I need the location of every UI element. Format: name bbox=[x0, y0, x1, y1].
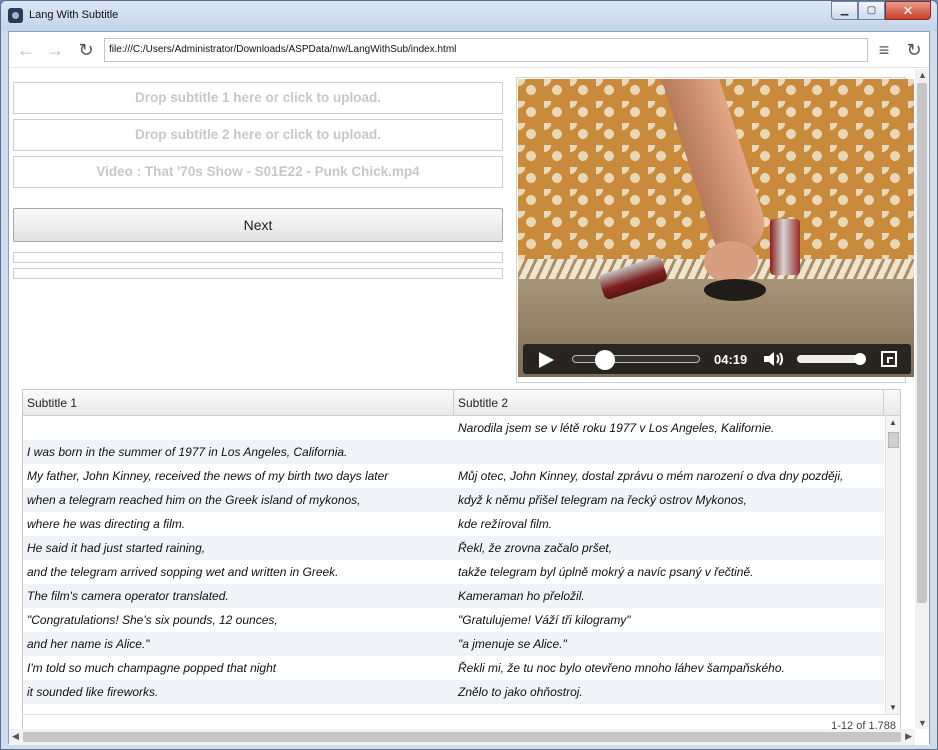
video-frame-hand bbox=[704, 241, 758, 283]
grid-scrollbar[interactable]: ▲ ▼ bbox=[885, 416, 900, 714]
close-icon: ✕ bbox=[902, 2, 914, 18]
table-row[interactable]: I'm told so much champagne popped that n… bbox=[23, 656, 884, 680]
minimize-icon: ▁ bbox=[840, 5, 849, 16]
table-row[interactable]: when a telegram reached him on the Greek… bbox=[23, 488, 884, 512]
volume-icon[interactable] bbox=[763, 351, 785, 367]
reload-icon: ↻ bbox=[78, 40, 94, 60]
video-frame-can bbox=[770, 219, 800, 275]
page-vertical-scrollbar[interactable]: ▲ ▼ bbox=[915, 69, 929, 729]
cell-subtitle2: kde režíroval film. bbox=[458, 517, 553, 531]
page-scroll-right-icon[interactable]: ▶ bbox=[905, 731, 912, 742]
header-subtitle2[interactable]: Subtitle 2 bbox=[454, 390, 884, 416]
window-controls: ▁ ▢ ✕ bbox=[831, 1, 931, 20]
menu-button[interactable]: ≡ bbox=[873, 39, 895, 61]
table-row[interactable]: and the telegram arrived sopping wet and… bbox=[23, 560, 884, 584]
fullscreen-icon[interactable] bbox=[881, 351, 897, 367]
browser-toolbar: ← → ↻ file:///C:/Users/Administrator/Dow… bbox=[9, 32, 929, 68]
video-controls: 04:19 bbox=[523, 344, 911, 374]
close-button[interactable]: ✕ bbox=[885, 1, 931, 20]
cell-subtitle1: where he was directing a film. bbox=[27, 517, 186, 531]
video-container: 04:19 bbox=[516, 77, 914, 383]
cell-subtitle1: and the telegram arrived sopping wet and… bbox=[27, 565, 339, 579]
cell-subtitle2: Narodila jsem se v létě roku 1977 v Los … bbox=[458, 421, 775, 435]
menu-icon: ≡ bbox=[878, 40, 890, 60]
table-row[interactable]: The film's camera operator translated. Ka… bbox=[23, 584, 884, 608]
cell-subtitle2 bbox=[454, 440, 884, 464]
volume-handle[interactable] bbox=[853, 353, 866, 365]
table-row[interactable]: I was born in the summer of 1977 in Los … bbox=[23, 440, 884, 464]
seek-bar[interactable] bbox=[572, 350, 700, 370]
minimize-button[interactable]: ▁ bbox=[831, 1, 858, 20]
cell-subtitle1: The film's camera operator translated. bbox=[27, 589, 229, 603]
page-horizontal-thumb[interactable] bbox=[23, 732, 901, 742]
cell-subtitle2: "Gratulujeme! Váží tři kilogramy" bbox=[458, 613, 631, 627]
table-row[interactable]: Narodila jsem se v létě roku 1977 v Los … bbox=[23, 416, 884, 440]
table-row[interactable]: it sounded like fireworks. Znělo to jako … bbox=[23, 680, 884, 704]
grid-header: Subtitle 1 Subtitle 2 bbox=[23, 390, 900, 416]
table-row[interactable]: My father, John Kinney, received the new… bbox=[23, 464, 884, 488]
progress-bar-2 bbox=[13, 268, 503, 279]
grid-scroll-thumb[interactable] bbox=[888, 432, 899, 448]
page-content: Drop subtitle 1 here or click to upload.… bbox=[9, 69, 929, 745]
video-frame-ashtray bbox=[704, 279, 766, 301]
back-arrow-icon: ← bbox=[17, 40, 35, 60]
browser-view: ← → ↻ file:///C:/Users/Administrator/Dow… bbox=[8, 31, 930, 745]
video-player[interactable]: 04:19 bbox=[518, 79, 914, 377]
seek-handle[interactable] bbox=[594, 350, 615, 370]
reload-button[interactable]: ↻ bbox=[75, 39, 97, 61]
video-dropzone[interactable]: Video : That '70s Show - S01E22 - Punk C… bbox=[13, 156, 503, 188]
table-row[interactable]: and her name is Alice." "a jmenuje se Ali… bbox=[23, 632, 884, 656]
cell-subtitle1: and her name is Alice." bbox=[27, 637, 150, 651]
cell-subtitle1: I was born in the summer of 1977 in Los … bbox=[27, 445, 348, 459]
refresh-icon: ↻ bbox=[906, 40, 922, 60]
back-button[interactable]: ← bbox=[15, 39, 37, 61]
subtitle2-dropzone[interactable]: Drop subtitle 2 here or click to upload. bbox=[13, 119, 503, 151]
cell-subtitle2: když k němu přišel telegram na řecký ost… bbox=[458, 493, 747, 507]
title-bar[interactable]: Lang With Subtitle ▁ ▢ ✕ bbox=[1, 1, 937, 31]
video-time: 04:19 bbox=[714, 352, 748, 367]
address-bar[interactable]: file:///C:/Users/Administrator/Downloads… bbox=[104, 38, 868, 62]
page-scroll-left-icon[interactable]: ◀ bbox=[12, 731, 19, 742]
table-row[interactable]: where he was directing a film. kde režíro… bbox=[23, 512, 884, 536]
forward-arrow-icon: → bbox=[46, 40, 64, 60]
page-horizontal-scrollbar[interactable]: ◀ ▶ bbox=[9, 729, 915, 745]
play-icon[interactable] bbox=[539, 352, 554, 368]
cell-subtitle1: it sounded like fireworks. bbox=[27, 685, 159, 699]
cell-subtitle1: I'm told so much champagne popped that n… bbox=[27, 661, 277, 675]
table-row[interactable]: He said it had just started raining, Řekl… bbox=[23, 536, 884, 560]
grid-rows: Narodila jsem se v létě roku 1977 v Los … bbox=[23, 416, 884, 714]
forward-button[interactable]: → bbox=[44, 39, 66, 61]
cell-subtitle2: Můj otec, John Kinney, dostal zprávu o m… bbox=[458, 469, 844, 483]
progress-bar-1 bbox=[13, 252, 503, 263]
refresh-button[interactable]: ↻ bbox=[903, 39, 925, 61]
cell-subtitle1 bbox=[23, 416, 454, 440]
page-scroll-down-icon[interactable]: ▼ bbox=[918, 718, 927, 728]
cell-subtitle2: Znělo to jako ohňostroj. bbox=[458, 685, 583, 699]
cell-subtitle1: when a telegram reached him on the Greek… bbox=[27, 493, 361, 507]
cell-subtitle2: takže telegram byl úplně mokrý a navíc p… bbox=[458, 565, 754, 579]
maximize-icon: ▢ bbox=[866, 5, 877, 16]
cell-subtitle2: "a jmenuje se Alice." bbox=[458, 637, 567, 651]
subtitle1-dropzone[interactable]: Drop subtitle 1 here or click to upload. bbox=[13, 82, 503, 114]
scroll-up-icon[interactable]: ▲ bbox=[889, 418, 897, 427]
subtitle-grid: Subtitle 1 Subtitle 2 Narodila jsem se v… bbox=[22, 389, 901, 739]
maximize-button[interactable]: ▢ bbox=[858, 1, 885, 20]
cell-subtitle2: Řekl, že zrovna začalo pršet, bbox=[458, 541, 613, 555]
cell-subtitle1: He said it had just started raining, bbox=[27, 541, 206, 555]
scroll-down-icon[interactable]: ▼ bbox=[889, 703, 897, 712]
app-window: Lang With Subtitle ▁ ▢ ✕ ← → ↻ file:///C… bbox=[0, 0, 938, 750]
cell-subtitle1: My father, John Kinney, received the new… bbox=[27, 469, 389, 483]
cell-subtitle2: Kameraman ho přeložil. bbox=[458, 589, 585, 603]
page-vertical-thumb[interactable] bbox=[917, 83, 927, 603]
page-scroll-up-icon[interactable]: ▲ bbox=[918, 70, 927, 80]
header-subtitle1[interactable]: Subtitle 1 bbox=[23, 390, 454, 416]
table-row[interactable]: "Congratulations! She's six pounds, 12 o… bbox=[23, 608, 884, 632]
app-icon bbox=[8, 8, 23, 23]
volume-slider[interactable] bbox=[797, 353, 866, 365]
window-title: Lang With Subtitle bbox=[29, 9, 119, 21]
next-button[interactable]: Next bbox=[13, 208, 503, 242]
cell-subtitle1: "Congratulations! She's six pounds, 12 o… bbox=[27, 613, 278, 627]
cell-subtitle2: Řekli mi, že tu noc bylo otevřeno mnoho … bbox=[458, 661, 785, 675]
